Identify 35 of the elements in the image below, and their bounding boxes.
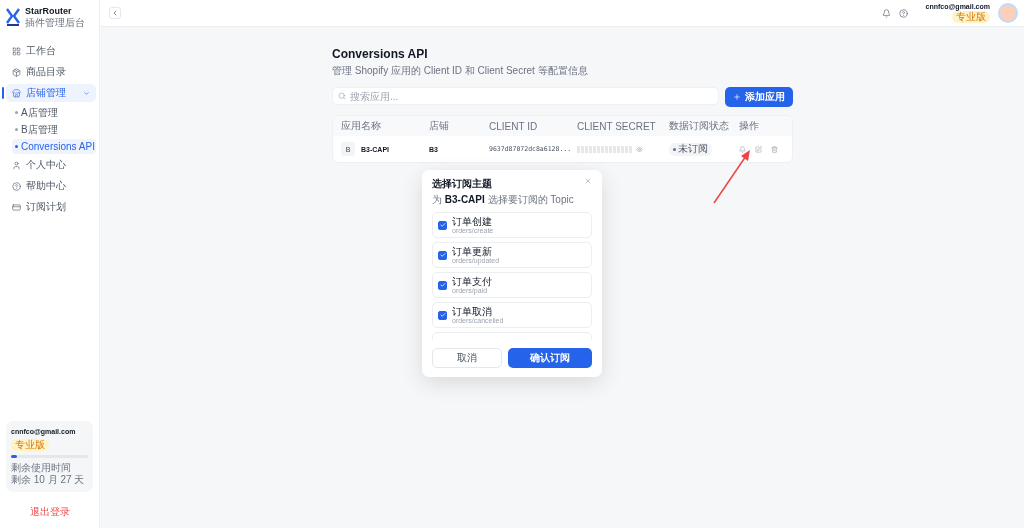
cancel-button[interactable]: 取消 bbox=[432, 348, 502, 368]
topic-label: 订单取消 bbox=[452, 305, 492, 317]
page-subtitle: 管理 Shopify 应用的 Client ID 和 Client Secret 等配置信息 bbox=[332, 64, 589, 78]
column-header: 操作 bbox=[739, 119, 760, 133]
nav-subitem[interactable]: A店管理 bbox=[12, 105, 96, 120]
remaining-label: 剩余使用时间 bbox=[11, 462, 71, 473]
nav-subitem[interactable]: B店管理 bbox=[12, 122, 96, 137]
nav-subitem[interactable]: Conversions API bbox=[12, 139, 96, 154]
brand-subtitle: 插件管理后台 bbox=[25, 17, 85, 28]
topic-label: 订单创建 bbox=[452, 215, 492, 227]
search-field[interactable]: 搜索应用... bbox=[332, 87, 719, 105]
nav-item[interactable]: 订阅计划 bbox=[6, 198, 96, 216]
dialog-subtitle: 为 B3-CAPI 选择要订阅的 Topic bbox=[432, 193, 575, 207]
remaining-time: 剩余 10 月 27 天 bbox=[11, 474, 85, 485]
dialog-title: 选择订阅主题 bbox=[432, 177, 492, 191]
nav-item[interactable]: 工作台 bbox=[6, 42, 96, 60]
column-header: CLIENT ID bbox=[489, 120, 539, 132]
nav-item[interactable]: 个人中心 bbox=[6, 156, 96, 174]
column-header: CLIENT SECRET bbox=[577, 120, 657, 132]
topic-label: 订单更新 bbox=[452, 245, 492, 257]
nav-item[interactable]: 店铺管理 bbox=[6, 84, 96, 102]
nav-item[interactable]: 商品目录 bbox=[6, 63, 96, 81]
column-header: 店铺 bbox=[429, 119, 450, 133]
confirm-button[interactable]: 确认订阅 bbox=[507, 348, 592, 368]
add-app-button[interactable]: 添加应用 bbox=[725, 87, 793, 107]
logout-link[interactable]: 退出登录 bbox=[3, 504, 96, 520]
status-tag: 未订阅 bbox=[669, 142, 712, 156]
topic-label: 订单支付 bbox=[452, 275, 492, 287]
column-header: 应用名称 bbox=[341, 119, 382, 133]
page-title: Conversions API bbox=[332, 47, 429, 61]
plan-tag: 专业版 bbox=[952, 11, 990, 23]
brand-name: StarRouter bbox=[25, 6, 73, 16]
plan-tag: 专业版 bbox=[11, 439, 49, 451]
nav-item[interactable]: 帮助中心 bbox=[6, 177, 96, 195]
column-header: 数据订阅状态 bbox=[669, 119, 730, 133]
